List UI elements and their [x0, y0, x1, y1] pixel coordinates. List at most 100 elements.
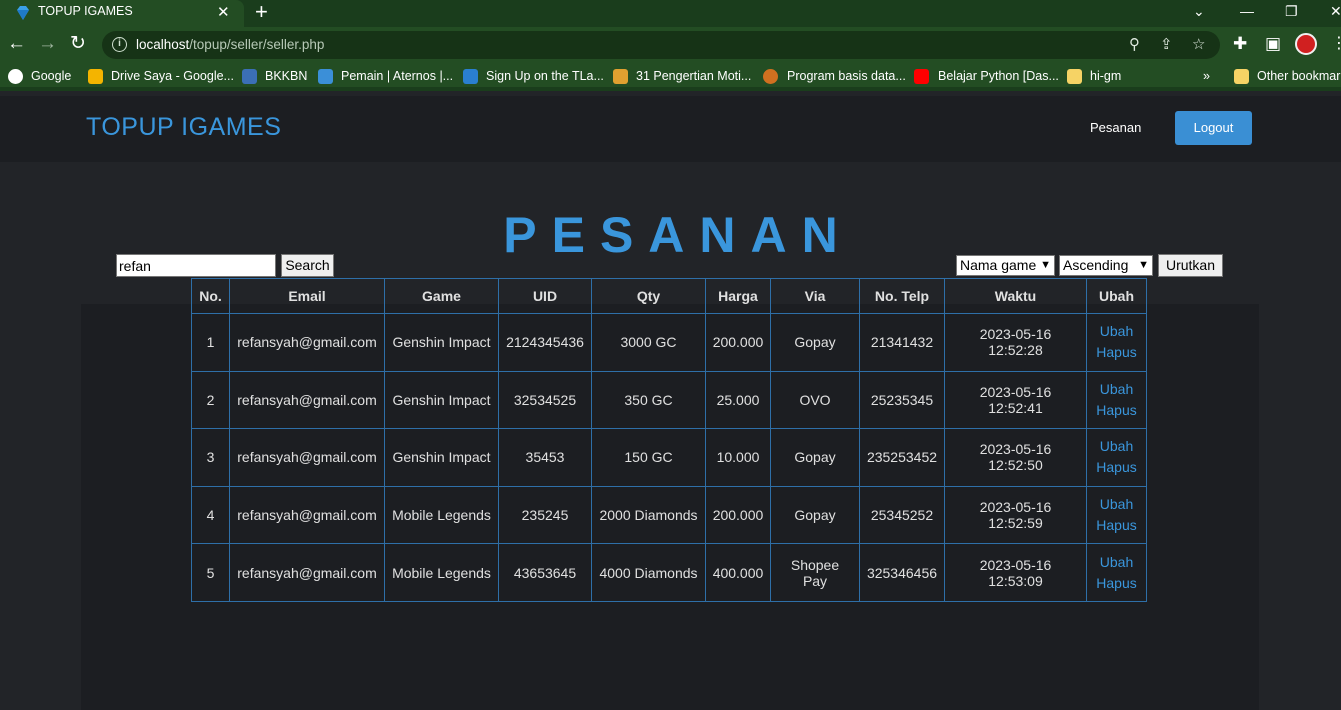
col-header-game: Game — [384, 278, 499, 314]
logout-button[interactable]: Logout — [1175, 111, 1252, 145]
sort-button[interactable]: Urutkan — [1158, 254, 1223, 277]
cell-via: OVO — [770, 370, 860, 430]
table-row: 5 refansyah@gmail.com Mobile Legends 436… — [191, 543, 1147, 602]
cell-uid: 43653645 — [498, 543, 592, 602]
cell-via: Gopay — [770, 485, 860, 545]
close-tab-icon[interactable]: ✕ — [217, 3, 230, 21]
edit-link[interactable]: Ubah — [1093, 494, 1140, 515]
site-navbar: TOPUP IGAMES Pesanan Logout — [0, 96, 1341, 162]
diamond-favicon-icon — [17, 6, 29, 20]
restore-icon[interactable]: ❐ — [1285, 3, 1298, 20]
delete-link[interactable]: Hapus — [1093, 342, 1140, 363]
bookmark-drive[interactable]: Drive Saya - Google... — [111, 69, 234, 83]
cell-telp: 25345252 — [859, 485, 945, 545]
bookmark-tla[interactable]: Sign Up on the TLa... — [486, 69, 604, 83]
database-icon — [763, 69, 778, 84]
cell-telp: 21341432 — [859, 313, 945, 372]
new-tab-icon[interactable]: + — [255, 0, 268, 24]
site-brand[interactable]: TOPUP IGAMES — [86, 113, 281, 142]
cell-game: Genshin Impact — [384, 370, 499, 430]
sort-field-select[interactable]: Nama game ▼ — [956, 255, 1055, 276]
url-text[interactable]: localhost/topup/seller/seller.php — [136, 37, 324, 52]
address-bar[interactable]: i localhost/topup/seller/seller.php ⚲ ⇪ … — [102, 31, 1220, 59]
bookmark-star-icon[interactable]: ☆ — [1192, 35, 1205, 53]
cell-email: refansyah@gmail.com — [229, 428, 385, 487]
aternos-icon — [318, 69, 333, 84]
back-icon[interactable]: ← — [7, 34, 26, 54]
url-path: /topup/seller/seller.php — [189, 37, 325, 52]
nav-pesanan-link[interactable]: Pesanan — [1090, 120, 1141, 135]
url-host: localhost — [136, 37, 190, 52]
search-input[interactable] — [116, 254, 276, 277]
col-header-telp: No. Telp — [859, 278, 945, 314]
col-header-uid: UID — [498, 278, 592, 314]
tl-icon — [463, 69, 478, 84]
delete-link[interactable]: Hapus — [1093, 515, 1140, 536]
bookmark-motivasi[interactable]: 31 Pengertian Moti... — [636, 69, 751, 83]
zoom-icon[interactable]: ⚲ — [1129, 35, 1140, 53]
cell-harga: 200.000 — [705, 313, 771, 372]
edit-link[interactable]: Ubah — [1093, 552, 1140, 573]
bookmark-bkkbn[interactable]: BKKBN — [265, 69, 307, 83]
cell-email: refansyah@gmail.com — [229, 370, 385, 430]
cell-game: Genshin Impact — [384, 428, 499, 487]
delete-link[interactable]: Hapus — [1093, 573, 1140, 594]
bookmark-python[interactable]: Belajar Python [Das... — [938, 69, 1059, 83]
bookmark-google[interactable]: Google — [31, 69, 71, 83]
edit-link[interactable]: Ubah — [1093, 436, 1140, 457]
search-button[interactable]: Search — [281, 254, 334, 277]
table-row: 3 refansyah@gmail.com Genshin Impact 354… — [191, 428, 1147, 487]
cell-no: 2 — [191, 370, 230, 430]
browser-menu-icon[interactable]: ⋮ — [1331, 33, 1341, 53]
minimize-icon[interactable]: — — [1240, 3, 1254, 19]
side-panel-icon[interactable]: ▣ — [1265, 34, 1281, 54]
browser-tab-strip: TOPUP IGAMES ✕ + ⌄ — ❐ ✕ — [0, 0, 1341, 27]
bookmarks-bar: Google Drive Saya - Google... BKKBN Pema… — [0, 63, 1341, 91]
table-row: 2 refansyah@gmail.com Genshin Impact 325… — [191, 370, 1147, 430]
orders-table: No. Email Game UID Qty Harga Via No. Tel… — [191, 278, 1147, 602]
cell-waktu: 2023-05-16 12:52:28 — [944, 313, 1087, 372]
cell-no: 1 — [191, 313, 230, 372]
chevron-down-icon: ▼ — [1040, 259, 1051, 271]
sort-field-value: Nama game — [960, 257, 1037, 273]
other-bookmarks[interactable]: Other bookmarks — [1257, 69, 1341, 83]
other-bookmarks-folder-icon — [1234, 69, 1249, 84]
delete-link[interactable]: Hapus — [1093, 400, 1140, 421]
cell-email: refansyah@gmail.com — [229, 543, 385, 602]
cell-via: Gopay — [770, 313, 860, 372]
edit-link[interactable]: Ubah — [1093, 379, 1140, 400]
cell-actions: Ubah Hapus — [1086, 370, 1147, 430]
site-info-icon[interactable]: i — [112, 37, 127, 52]
bookmark-aternos[interactable]: Pemain | Aternos |... — [341, 69, 453, 83]
cell-harga: 10.000 — [705, 428, 771, 487]
avatar[interactable] — [1295, 33, 1317, 55]
share-icon[interactable]: ⇪ — [1160, 35, 1173, 53]
col-header-qty: Qty — [591, 278, 706, 314]
col-header-via: Via — [770, 278, 860, 314]
bookmark-basis-data[interactable]: Program basis data... — [787, 69, 906, 83]
cell-qty: 3000 GC — [591, 313, 706, 372]
table-row: 1 refansyah@gmail.com Genshin Impact 212… — [191, 313, 1147, 372]
cell-game: Mobile Legends — [384, 485, 499, 545]
reload-icon[interactable]: ↻ — [70, 34, 86, 54]
sort-order-value: Ascending — [1063, 257, 1129, 273]
browser-tab[interactable]: TOPUP IGAMES ✕ — [0, 0, 244, 27]
extensions-icon[interactable]: ✚ — [1233, 34, 1247, 54]
folder-icon — [1067, 69, 1082, 84]
forward-icon[interactable]: → — [38, 34, 57, 54]
google-icon — [8, 69, 23, 84]
edit-link[interactable]: Ubah — [1093, 321, 1140, 342]
cell-uid: 235245 — [498, 485, 592, 545]
sort-order-select[interactable]: Ascending ▼ — [1059, 255, 1153, 276]
drive-icon — [88, 69, 103, 84]
tab-search-chevron-icon[interactable]: ⌄ — [1193, 3, 1205, 20]
youtube-icon — [914, 69, 929, 84]
cell-harga: 25.000 — [705, 370, 771, 430]
bookmarks-overflow-icon[interactable]: » — [1203, 69, 1210, 83]
bookmark-hi-gm[interactable]: hi-gm — [1090, 69, 1121, 83]
delete-link[interactable]: Hapus — [1093, 457, 1140, 478]
cell-telp: 235253452 — [859, 428, 945, 487]
close-window-icon[interactable]: ✕ — [1330, 3, 1341, 20]
cell-via: Gopay — [770, 428, 860, 487]
bkkbn-icon — [242, 69, 257, 84]
